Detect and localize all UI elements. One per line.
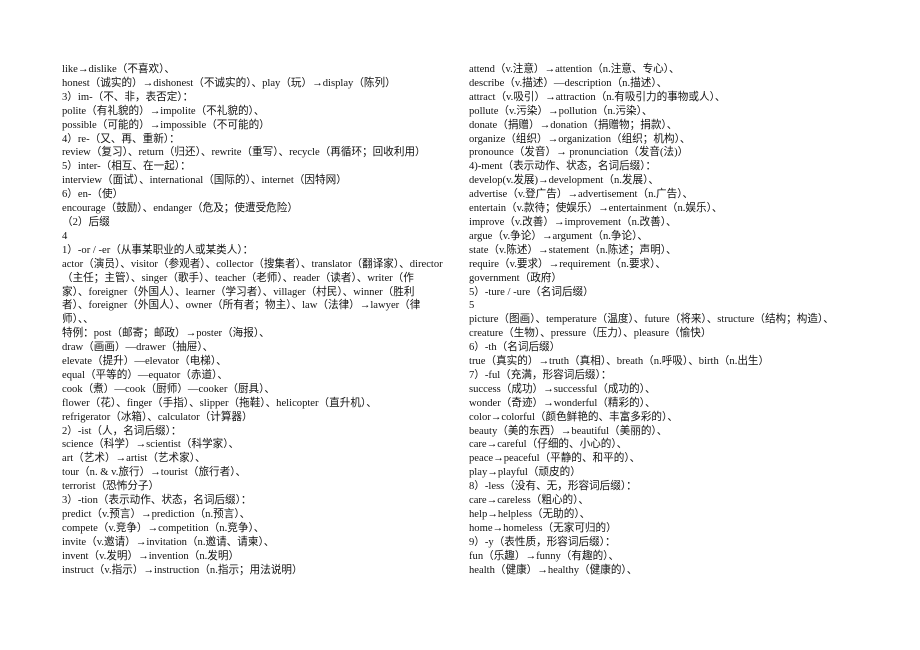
text-line: 5 — [469, 300, 475, 312]
text-line: true（真实的）→truth（真相）、breath（n.呼吸）、birth（n… — [469, 356, 770, 368]
text-line: compete（v.竞争）→competition（n.竞争）、 — [62, 522, 265, 534]
text-line: review（复习）、return（归还）、rewrite（重写）、recycl… — [62, 147, 426, 159]
text-line: 5）inter-（相互、在一起）： — [62, 161, 191, 173]
text-line: 7）-ful（充满，形容词后缀）： — [469, 369, 612, 381]
text-line: play→playful（顽皮的） — [469, 467, 581, 479]
text-line: organize（组织）→organization（组织；机构）、 — [469, 133, 691, 145]
text-line: pronounce（发音）→ pronunciation（发音(法)） — [469, 147, 689, 159]
text-line: develop(v.发展)→development（n.发展）、 — [469, 175, 659, 187]
text-line: 9）-y（表性质，形容词后缀）： — [469, 536, 616, 548]
text-line: 特例：post（邮寄；邮政）→poster（海报）、 — [62, 328, 270, 340]
text-line: care→careless（粗心的）、 — [469, 495, 590, 507]
text-line: care→careful（仔细的、小心的）、 — [469, 439, 628, 451]
text-line: peace→peaceful（平静的、和平的）、 — [469, 453, 641, 465]
text-line: actor（演员）、visitor（参观者）、collector（搜集者）、tr… — [62, 258, 443, 270]
text-line: 4)-ment（表示动作、状态，名词后缀）： — [469, 161, 657, 173]
text-line: （2）后缀 — [62, 216, 110, 228]
text-line: beauty（美的东西）→beautiful（美丽的）、 — [469, 425, 668, 437]
text-line: success（成功）→successful（成功的）、 — [469, 383, 656, 395]
text-line: 者）、foreigner（外国人）、owner（所有者；物主）、law（法律）→… — [62, 300, 421, 312]
text-line: 6）en-（使） — [62, 189, 124, 201]
text-line: attend（v.注意）→attention（n.注意、专心）、 — [469, 64, 680, 75]
text-line: picture（图画）、temperature（温度）、future（将来）、s… — [469, 314, 834, 326]
text-line: fun（乐趣）→funny（有趣的）、 — [469, 550, 620, 562]
text-line: like→dislike（不喜欢）、 — [62, 64, 175, 75]
text-line: pollute（v.污染）→pollution（n.污染）、 — [469, 105, 653, 117]
text-line: possible（可能的）→impossible（不可能的） — [62, 119, 270, 131]
text-line: draw（画画）—drawer（抽屉）、 — [62, 342, 214, 354]
text-line: （主任；主管）、singer（歌手）、teacher（老师）、reader（读者… — [62, 272, 414, 284]
text-line: invite（v.邀请）→invitation（n.邀请、请柬）、 — [62, 536, 275, 548]
text-line: 家）、foreigner（外国人）、learner（学习者）、villager（… — [62, 286, 415, 298]
text-line: 4 — [62, 230, 68, 242]
text-line: describe（v.描述）—description（n.描述）、 — [469, 77, 668, 89]
text-line: 3）-tion（表示动作、状态，名词后缀）： — [62, 495, 252, 507]
text-line: honest（诚实的）→dishonest（不诚实的）、play（玩）→disp… — [62, 77, 396, 89]
text-line: 3）im-（不、非，表否定）： — [62, 91, 194, 103]
text-line: entertain（v.款待；使娱乐）→entertainment（n.娱乐）、 — [469, 203, 723, 215]
text-line: state（v.陈述）→statement（n.陈述；声明）、 — [469, 244, 677, 256]
text-line: interview（面试）、international（国际的）、interne… — [62, 175, 347, 187]
text-line: cook（煮）—cook（厨师）—cooker（厨具）、 — [62, 383, 276, 395]
text-line: 4）re-（又、再、重新）： — [62, 133, 180, 145]
text-line: tour（n. & v.旅行）→tourist（旅行者）、 — [62, 467, 247, 479]
text-line: argue（v.争论）→argument（n.争论）、 — [469, 230, 648, 242]
text-line: 8）-less（没有、无，形容词后缀）： — [469, 481, 637, 493]
text-line: predict（v.预言）→prediction（n.预言）、 — [62, 509, 251, 520]
text-line: 2）-ist（人，名词后缀）： — [62, 425, 182, 437]
text-line: require（v.要求）→requirement（n.要求）、 — [469, 258, 667, 270]
text-line: terrorist（恐怖分子） — [62, 481, 160, 493]
text-line: 5）-ture / -ure（名词后缀） — [469, 286, 594, 298]
left-column: like→dislike（不喜欢）、 honest（诚实的）→dishonest（… — [62, 63, 462, 578]
text-line: color→colorful（颜色鲜艳的、丰富多彩的）、 — [469, 411, 678, 423]
text-line: attract（v.吸引）→attraction（n.有吸引力的事物或人）、 — [469, 91, 726, 103]
text-line: health（健康）→healthy（健康的）、 — [469, 564, 638, 576]
text-line: flower（花）、finger（手指）、slipper（拖鞋）、helicop… — [62, 397, 377, 409]
text-line: help→helpless（无助的）、 — [469, 509, 591, 520]
text-line: equal（平等的）—equator（赤道）、 — [62, 369, 228, 381]
text-line: refrigerator（冰箱）、calculator（计算器） — [62, 411, 253, 423]
text-line: donate（捐赠）→donation（捐赠物；捐款）、 — [469, 119, 678, 131]
right-column: attend（v.注意）→attention（n.注意、专心）、 describe… — [469, 63, 889, 578]
text-line: creature（生物）、pressure（压力）、pleasure（愉快） — [469, 328, 712, 340]
text-line: science（科学）→scientist（科学家）、 — [62, 439, 240, 451]
text-line: 6）-th（名词后缀） — [469, 342, 561, 354]
text-line: encourage（鼓励）、endanger（危及；使遭受危险） — [62, 203, 298, 215]
text-line: 1）-or / -er（从事某职业的人或某类人）： — [62, 244, 254, 256]
text-line: instruct（v.指示）→instruction（n.指示；用法说明） — [62, 564, 303, 576]
text-line: polite（有礼貌的）→impolite（不礼貌的）、 — [62, 105, 265, 117]
text-line: 师）、、 — [62, 314, 94, 326]
text-line: elevate（提升）—elevator（电梯）、 — [62, 356, 227, 368]
text-line: improve（v.改善）→improvement（n.改善）、 — [469, 216, 677, 228]
text-line: home→homeless（无家可归的） — [469, 522, 617, 534]
text-line: invent（v.发明）→invention（n.发明） — [62, 550, 240, 562]
text-line: art（艺术）→artist（艺术家）、 — [62, 453, 206, 465]
text-line: government（政府） — [469, 272, 562, 284]
text-line: advertise（v.登广告）→advertisement（n.广告）、 — [469, 189, 694, 201]
text-line: wonder（奇迹）→wonderful（精彩的）、 — [469, 397, 656, 409]
